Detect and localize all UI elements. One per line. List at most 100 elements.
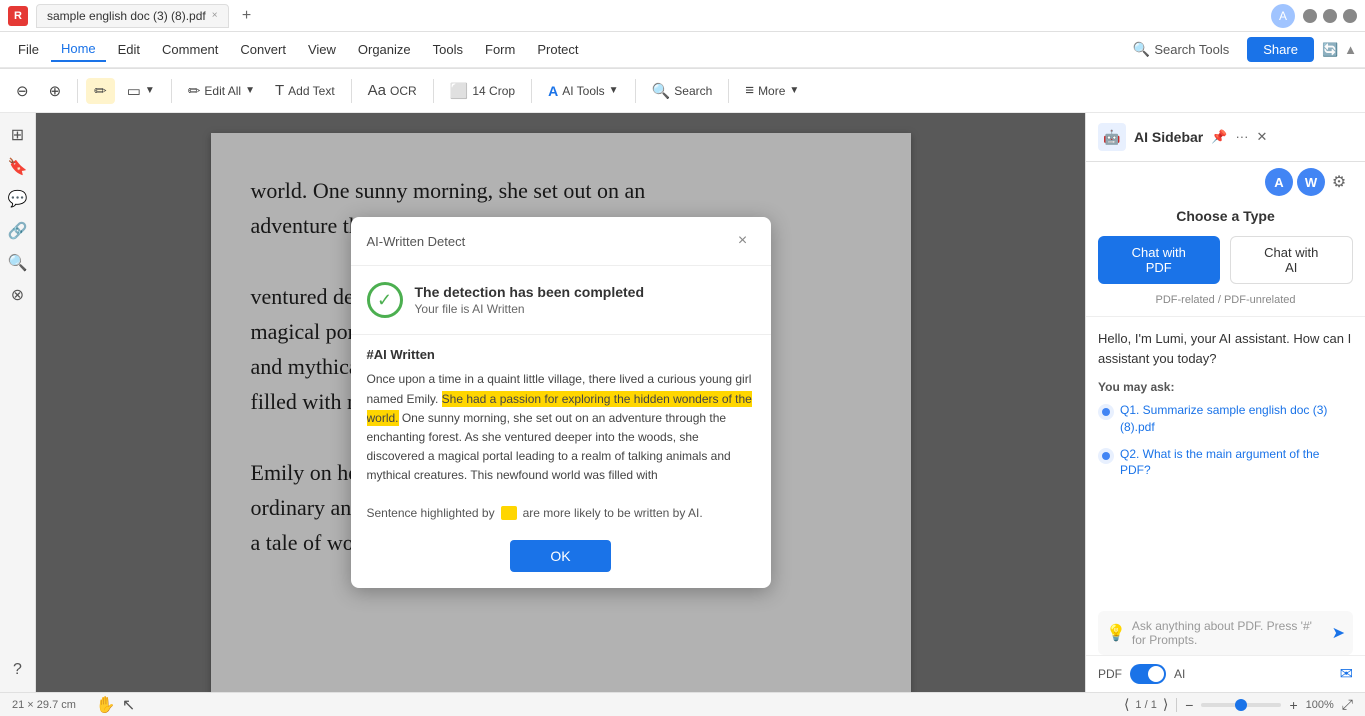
add-tab-button[interactable]: +: [237, 6, 257, 26]
status-subtitle: Your file is AI Written: [415, 302, 645, 316]
ribbon-nav: File Home Edit Comment Convert View Orga…: [0, 32, 1365, 69]
toolbar: ⊖ ⊕ ✏ ▭ ▼ ✏ Edit All ▼ T Add Text Aa OCR…: [0, 69, 1365, 113]
maximize-icon[interactable]: [1323, 9, 1337, 23]
main-layout: ⊞ 🔖 💬 🔗 🔍 ⊗ ? world. One sunny morning, …: [0, 113, 1365, 692]
collapse-icon[interactable]: ▲: [1344, 42, 1357, 58]
sidebar-bookmarks-icon[interactable]: 🔖: [4, 153, 32, 181]
status-text: The detection has been completed Your fi…: [415, 284, 645, 316]
ask-placeholder: Ask anything about PDF. Press '#' for Pr…: [1132, 619, 1326, 647]
crop-icon: ⬜: [450, 82, 469, 100]
q2-icon: [1098, 448, 1114, 464]
add-text-icon: T: [275, 82, 284, 99]
sidebar-pages-icon[interactable]: ⊞: [4, 121, 32, 149]
shape-icon: ▭: [127, 82, 141, 100]
nav-organize[interactable]: Organize: [348, 38, 421, 61]
expand-icon[interactable]: ⤢: [1342, 696, 1353, 713]
zoom-slider[interactable]: [1201, 703, 1281, 707]
nav-tools[interactable]: Tools: [423, 38, 473, 61]
page-info: 1 / 1: [1135, 699, 1156, 711]
edit-all-button[interactable]: ✏ Edit All ▼: [180, 78, 263, 104]
ai-greeting: Hello, I'm Lumi, your AI assistant. How …: [1098, 329, 1353, 368]
sidebar-comments-icon[interactable]: 💬: [4, 185, 32, 213]
notice-after: are more likely to be written by AI.: [523, 506, 703, 520]
ocr-label: OCR: [390, 84, 417, 98]
ai-chat-body: Hello, I'm Lumi, your AI assistant. How …: [1086, 317, 1365, 611]
more-button[interactable]: ≡ More ▼: [737, 78, 807, 103]
ai-toggle-label: AI: [1174, 667, 1185, 681]
close-sidebar-icon[interactable]: ✕: [1256, 129, 1267, 145]
ai-sidebar-top-icons: A W ⚙: [1086, 162, 1365, 196]
chat-with-ai-button[interactable]: Chat withAI: [1230, 236, 1354, 284]
crop-button[interactable]: ⬜ 14 Crop: [442, 78, 523, 104]
user-avatar[interactable]: A: [1271, 4, 1295, 28]
modal-close-button[interactable]: ×: [731, 229, 755, 253]
ask-input-container[interactable]: 💡 Ask anything about PDF. Press '#' for …: [1098, 611, 1353, 655]
ai-tools-button[interactable]: A AI Tools ▼: [540, 79, 627, 103]
window-controls: [1303, 9, 1357, 23]
q1-text: Q1. Summarize sample english doc (3) (8)…: [1120, 402, 1353, 436]
sync-icon[interactable]: 🔄: [1322, 42, 1338, 58]
nav-edit[interactable]: Edit: [108, 38, 150, 61]
more-icon: ≡: [745, 82, 754, 99]
hand-tool-icon[interactable]: ✋: [96, 695, 116, 715]
zoom-out-button[interactable]: ⊖: [8, 78, 37, 104]
highlight-button[interactable]: ✏: [86, 78, 115, 104]
pdf-area: world. One sunny morning, she set out on…: [36, 113, 1085, 692]
status-check-icon: ✓: [367, 282, 403, 318]
zoom-in-button[interactable]: ⊕: [41, 78, 70, 104]
select-shape-button[interactable]: ▭ ▼: [119, 78, 163, 104]
status-title: The detection has been completed: [415, 284, 645, 300]
chat-with-pdf-button[interactable]: Chat withPDF: [1098, 236, 1220, 284]
select-tool-icon[interactable]: ↖: [122, 695, 135, 715]
nav-protect[interactable]: Protect: [527, 38, 588, 61]
more-options-icon[interactable]: ···: [1235, 129, 1248, 145]
active-tab[interactable]: sample english doc (3) (8).pdf ×: [36, 4, 229, 28]
status-right: ⟨ 1 / 1 ⟩ − + 100% ⤢: [1124, 696, 1353, 713]
nav-file[interactable]: File: [8, 38, 49, 61]
highlight-icon: ✏: [94, 82, 107, 100]
tab-filename: sample english doc (3) (8).pdf: [47, 9, 206, 23]
next-page-button[interactable]: ⟩: [1163, 696, 1168, 713]
add-text-button[interactable]: T Add Text: [267, 78, 343, 103]
minimize-icon[interactable]: [1303, 9, 1317, 23]
ok-button[interactable]: OK: [510, 540, 610, 572]
nav-home[interactable]: Home: [51, 37, 106, 62]
suggested-q2[interactable]: Q2. What is the main argument of the PDF…: [1098, 446, 1353, 480]
modal-footer: OK: [351, 532, 771, 588]
highlight-sample-swatch: [501, 506, 517, 520]
edit-icon: ✏: [188, 82, 201, 100]
close-icon[interactable]: [1343, 9, 1357, 23]
nav-form[interactable]: Form: [475, 38, 525, 61]
search-button[interactable]: 🔍 Search: [644, 78, 721, 104]
titlebar: R sample english doc (3) (8).pdf × + A: [0, 0, 1365, 32]
q1-icon: [1098, 404, 1114, 420]
search-label: Search: [674, 84, 712, 98]
status-separator: [1176, 698, 1177, 712]
chat-type-options: Chat withPDF Chat withAI: [1086, 236, 1365, 294]
ocr-button[interactable]: Aa OCR: [360, 78, 425, 103]
send-icon[interactable]: ➤: [1332, 623, 1345, 643]
nav-comment[interactable]: Comment: [152, 38, 228, 61]
zoom-in-status-button[interactable]: +: [1289, 697, 1297, 713]
sidebar-links-icon[interactable]: 🔗: [4, 217, 32, 245]
tool-icons: ✋ ↖: [96, 695, 135, 715]
send-btn-footer[interactable]: ✉: [1340, 664, 1353, 684]
pin-icon[interactable]: 📌: [1211, 129, 1227, 145]
suggested-q1[interactable]: Q1. Summarize sample english doc (3) (8)…: [1098, 402, 1353, 436]
sidebar-layers-icon[interactable]: ⊗: [4, 281, 32, 309]
tab-close-button[interactable]: ×: [212, 10, 218, 21]
nav-convert[interactable]: Convert: [230, 38, 296, 61]
sidebar-help-icon[interactable]: ?: [4, 656, 32, 684]
sidebar-search-icon[interactable]: 🔍: [4, 249, 32, 277]
ai-settings-icon[interactable]: ⚙: [1325, 168, 1353, 196]
search-tools-button[interactable]: 🔍 Search Tools: [1123, 37, 1239, 62]
prev-page-button[interactable]: ⟨: [1124, 696, 1129, 713]
ai-blue-avatar: A: [1265, 168, 1293, 196]
modal-title: AI-Written Detect: [367, 234, 731, 249]
share-button[interactable]: Share: [1247, 37, 1314, 62]
toggle-switch[interactable]: [1130, 664, 1166, 684]
page-dimensions: 21 × 29.7 cm: [12, 699, 76, 711]
ai-tools-icon: A: [548, 83, 558, 99]
zoom-out-status-button[interactable]: −: [1185, 697, 1193, 713]
nav-view[interactable]: View: [298, 38, 346, 61]
